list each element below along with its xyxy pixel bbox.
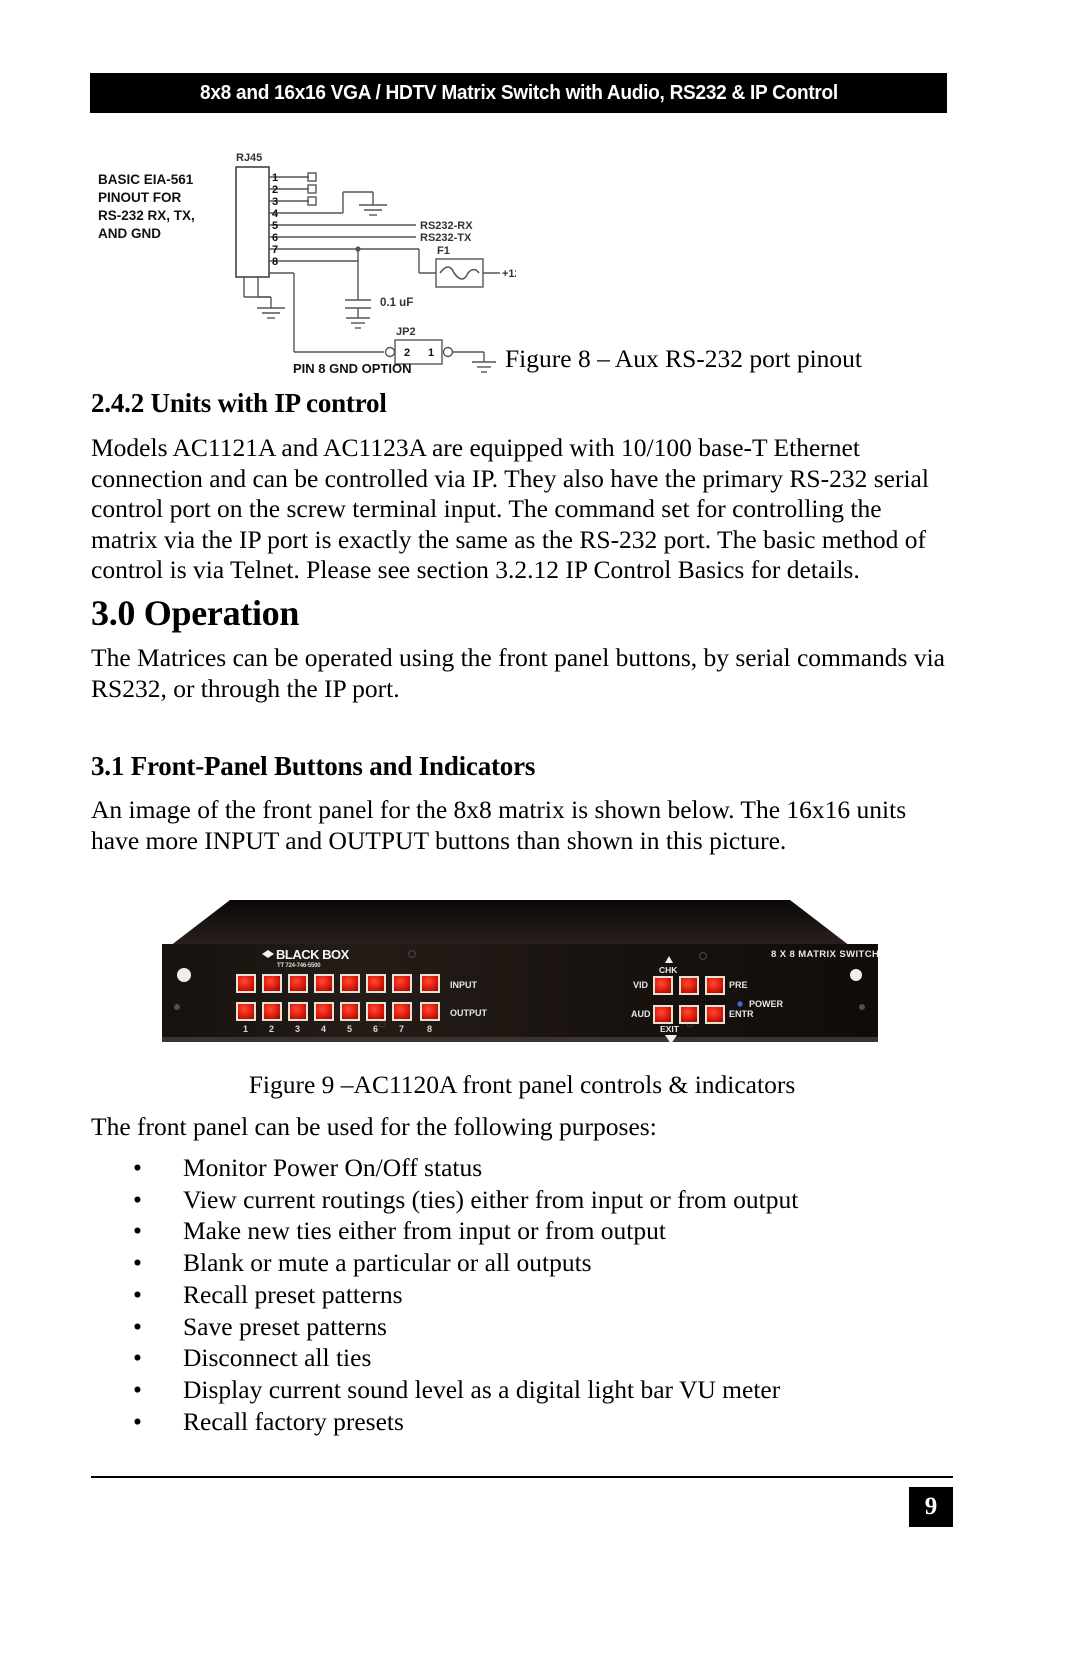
pin-number-5: 5 xyxy=(272,220,278,232)
aud-button-row xyxy=(653,1005,725,1024)
list-item-label: Make new ties either from input or from … xyxy=(183,1216,666,1246)
cap-value-label: 0.1 uF xyxy=(380,297,413,309)
list-item-label: Recall factory presets xyxy=(183,1406,404,1436)
section-3-0-heading: 3.0 Operation xyxy=(91,593,300,633)
bullet-glyph: • xyxy=(133,1248,142,1278)
list-item-label: Monitor Power On/Off status xyxy=(183,1153,483,1182)
svg-text:3: 3 xyxy=(295,1024,300,1034)
bullet-glyph: • xyxy=(133,1406,142,1436)
svg-text:BLACK BOX: BLACK BOX xyxy=(276,947,350,962)
supply-label: +12V xyxy=(502,268,516,280)
figure-9-front-panel-image: BLACK BOX TT 724-746-5500 8 X 8 MATRIX S… xyxy=(150,874,890,1057)
bullet-glyph: • xyxy=(133,1311,142,1341)
exit-label: EXIT xyxy=(660,1024,680,1034)
purposes-bullet-list: • Monitor Power On/Off status • View cur… xyxy=(91,1152,953,1438)
list-item: • Recall factory presets xyxy=(91,1406,953,1438)
section-3-0-paragraph: The Matrices can be operated using the f… xyxy=(91,643,945,703)
page-number: 9 xyxy=(909,1487,953,1527)
model-label: 8 X 8 MATRIX SWITCH xyxy=(771,949,879,960)
figure-9-caption: Figure 9 –AC1120A front panel controls &… xyxy=(248,1070,796,1099)
pre-label: PRE xyxy=(729,980,748,990)
section-3-1: 3.1 Front-Panel Buttons and Indicators xyxy=(91,751,953,782)
list-item: • Blank or mute a particular or all outp… xyxy=(91,1247,953,1279)
jumper-caption: PIN 8 GND OPTION xyxy=(293,361,411,375)
list-item: • Disconnect all ties xyxy=(91,1342,953,1374)
svg-text:8: 8 xyxy=(427,1024,432,1034)
list-item-label: Disconnect all ties xyxy=(183,1343,372,1373)
pin-number-4: 4 xyxy=(272,208,279,220)
list-item: • Recall preset patterns xyxy=(91,1279,953,1311)
bullet-glyph: • xyxy=(133,1216,142,1246)
chassis-top xyxy=(170,900,850,946)
bullet-glyph: • xyxy=(133,1343,142,1373)
svg-text:2: 2 xyxy=(269,1024,274,1034)
section-2-4-2-heading: 2.4.2 Units with IP control xyxy=(91,388,387,418)
vid-button-row xyxy=(653,976,725,995)
rj45-label: RJ45 xyxy=(236,152,262,164)
section-2-4-2: 2.4.2 Units with IP control Models AC112… xyxy=(91,388,953,586)
svg-text:7: 7 xyxy=(399,1024,404,1034)
fuse-ref-label: F1 xyxy=(437,245,450,257)
bullet-glyph: • xyxy=(133,1184,142,1214)
list-item-label: Recall preset patterns xyxy=(183,1279,403,1309)
document-page: 8x8 and 16x16 VGA / HDTV Matrix Switch w… xyxy=(0,0,1080,1669)
pin-number-3: 3 xyxy=(272,196,278,208)
list-item: • View current routings (ties) either fr… xyxy=(91,1184,953,1216)
section-3-1-heading: 3.1 Front-Panel Buttons and Indicators xyxy=(91,751,536,781)
list-item-label: Display current sound level as a digital… xyxy=(183,1375,781,1405)
list-item-label: View current routings (ties) either from… xyxy=(183,1184,799,1214)
svg-text:5: 5 xyxy=(347,1024,352,1034)
figure-8-caption: Figure 8 – Aux RS-232 port pinout xyxy=(505,344,863,373)
bullet-glyph: • xyxy=(133,1153,142,1182)
schematic-title-line-4: AND GND xyxy=(98,226,161,241)
schematic-title-line-1: BASIC EIA-561 xyxy=(98,172,194,187)
net-label-rs232-tx: RS232-TX xyxy=(420,232,472,244)
aud-label: AUD xyxy=(631,1009,651,1019)
schematic-title-line-2: PINOUT FOR xyxy=(98,190,181,205)
bullet-glyph: • xyxy=(133,1375,142,1405)
rack-hole-left xyxy=(177,968,191,982)
list-item: • Save preset patterns xyxy=(91,1311,953,1343)
list-item-label: Save preset patterns xyxy=(183,1311,387,1341)
net-label-rs232-rx: RS232-RX xyxy=(420,220,473,232)
figure-8-schematic: BASIC EIA-561 PINOUT FOR RS-232 RX, TX, … xyxy=(96,130,516,375)
rack-hole-right xyxy=(850,969,862,981)
list-item: • Display current sound level as a digit… xyxy=(91,1374,953,1406)
header-title: 8x8 and 16x16 VGA / HDTV Matrix Switch w… xyxy=(199,81,838,104)
schematic-title-line-3: RS-232 RX, TX, xyxy=(98,208,195,223)
jumper-ref-label: JP2 xyxy=(396,326,416,338)
svg-text:6: 6 xyxy=(373,1024,378,1034)
list-item: • Make new ties either from input or fro… xyxy=(91,1215,953,1247)
list-item: • Monitor Power On/Off status xyxy=(91,1152,953,1184)
vid-label: VID xyxy=(633,980,649,990)
purposes-intro: The front panel can be used for the foll… xyxy=(91,1112,657,1141)
input-label: INPUT xyxy=(450,980,478,990)
jumper-pin-1: 1 xyxy=(428,347,434,359)
section-3-1-paragraph: An image of the front panel for the 8x8 … xyxy=(91,795,907,855)
list-item-label: Blank or mute a particular or all output… xyxy=(183,1248,592,1278)
chk-label: CHK xyxy=(659,965,678,975)
jumper-pin-2: 2 xyxy=(404,347,410,359)
pin-number-2: 2 xyxy=(272,184,278,196)
svg-text:TT 724-746-5500: TT 724-746-5500 xyxy=(277,963,321,969)
pin-number-7: 7 xyxy=(272,244,278,256)
bullet-glyph: • xyxy=(133,1279,142,1309)
entr-label: ENTR xyxy=(729,1009,754,1019)
svg-text:1: 1 xyxy=(243,1024,248,1034)
pin-number-1: 1 xyxy=(272,172,278,184)
svg-text:4: 4 xyxy=(321,1024,326,1034)
pin-number-8: 8 xyxy=(272,256,278,268)
page-header-banner: 8x8 and 16x16 VGA / HDTV Matrix Switch w… xyxy=(90,73,947,113)
section-3-0: 3.0 Operation xyxy=(91,592,953,634)
footer-divider xyxy=(91,1476,953,1478)
pin-number-6: 6 xyxy=(272,232,278,244)
power-led-icon xyxy=(737,1001,743,1007)
output-label: OUTPUT xyxy=(450,1008,488,1018)
power-label: POWER xyxy=(749,999,784,1009)
section-2-4-2-paragraph: Models AC1121A and AC1123A are equipped … xyxy=(91,433,929,585)
